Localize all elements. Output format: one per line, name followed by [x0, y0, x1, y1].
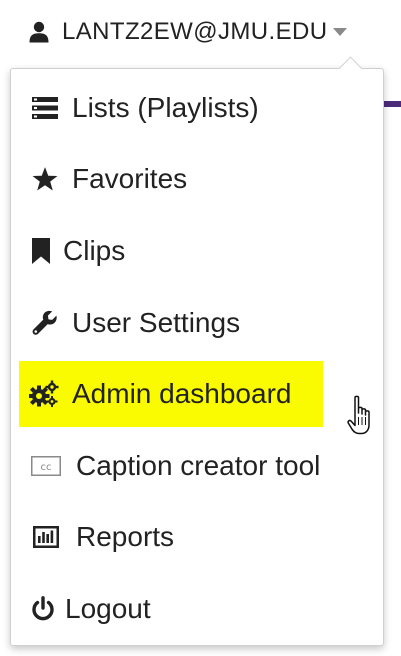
menu-item-label: Clips	[63, 234, 126, 266]
caret-down-icon	[331, 26, 349, 38]
menu-item-lists[interactable]: Lists (Playlists)	[11, 72, 383, 144]
menu-item-label: Logout	[65, 592, 151, 624]
account-menu-toggle[interactable]: LANTZ2EW@JMU.EDU	[28, 14, 349, 50]
list-icon	[31, 94, 59, 122]
menu-item-label: Caption creator tool	[76, 449, 321, 481]
star-icon	[31, 165, 59, 193]
menu-item-label: Favorites	[72, 163, 188, 195]
user-icon	[28, 20, 50, 44]
hand-pointer-cursor	[347, 395, 377, 439]
page: LANTZ2EW@JMU.EDU Lists (Playlists) Favor…	[0, 0, 401, 656]
bar-chart-icon	[31, 523, 61, 551]
menu-item-admin-dashboard[interactable]: Admin dashboard	[11, 358, 383, 430]
menu-item-reports[interactable]: Reports	[11, 502, 383, 574]
highlight-box: Admin dashboard	[19, 361, 324, 428]
account-email: LANTZ2EW@JMU.EDU	[62, 18, 328, 45]
menu-item-label: Reports	[76, 521, 175, 553]
menu-item-label: Lists (Playlists)	[72, 91, 259, 123]
account-dropdown-menu: Lists (Playlists) Favorites Clips User S…	[10, 56, 384, 646]
nav-bar-accent	[384, 101, 401, 107]
menu-item-label: User Settings	[72, 306, 241, 338]
power-icon	[31, 595, 55, 623]
bookmark-icon	[31, 237, 51, 265]
closed-caption-icon: cc	[31, 452, 61, 480]
svg-text:cc: cc	[41, 462, 52, 473]
menu-item-logout[interactable]: Logout	[11, 573, 383, 645]
menu-item-clips[interactable]: Clips	[11, 215, 383, 287]
menu-item-favorites[interactable]: Favorites	[11, 144, 383, 216]
wrench-icon	[31, 309, 59, 337]
menu-item-user-settings[interactable]: User Settings	[11, 287, 383, 359]
menu-item-label: Admin dashboard	[72, 378, 292, 410]
menu-item-caption-creator[interactable]: cc Caption creator tool	[11, 430, 383, 502]
gears-icon	[29, 380, 59, 408]
menu-list: Lists (Playlists) Favorites Clips User S…	[11, 72, 383, 645]
